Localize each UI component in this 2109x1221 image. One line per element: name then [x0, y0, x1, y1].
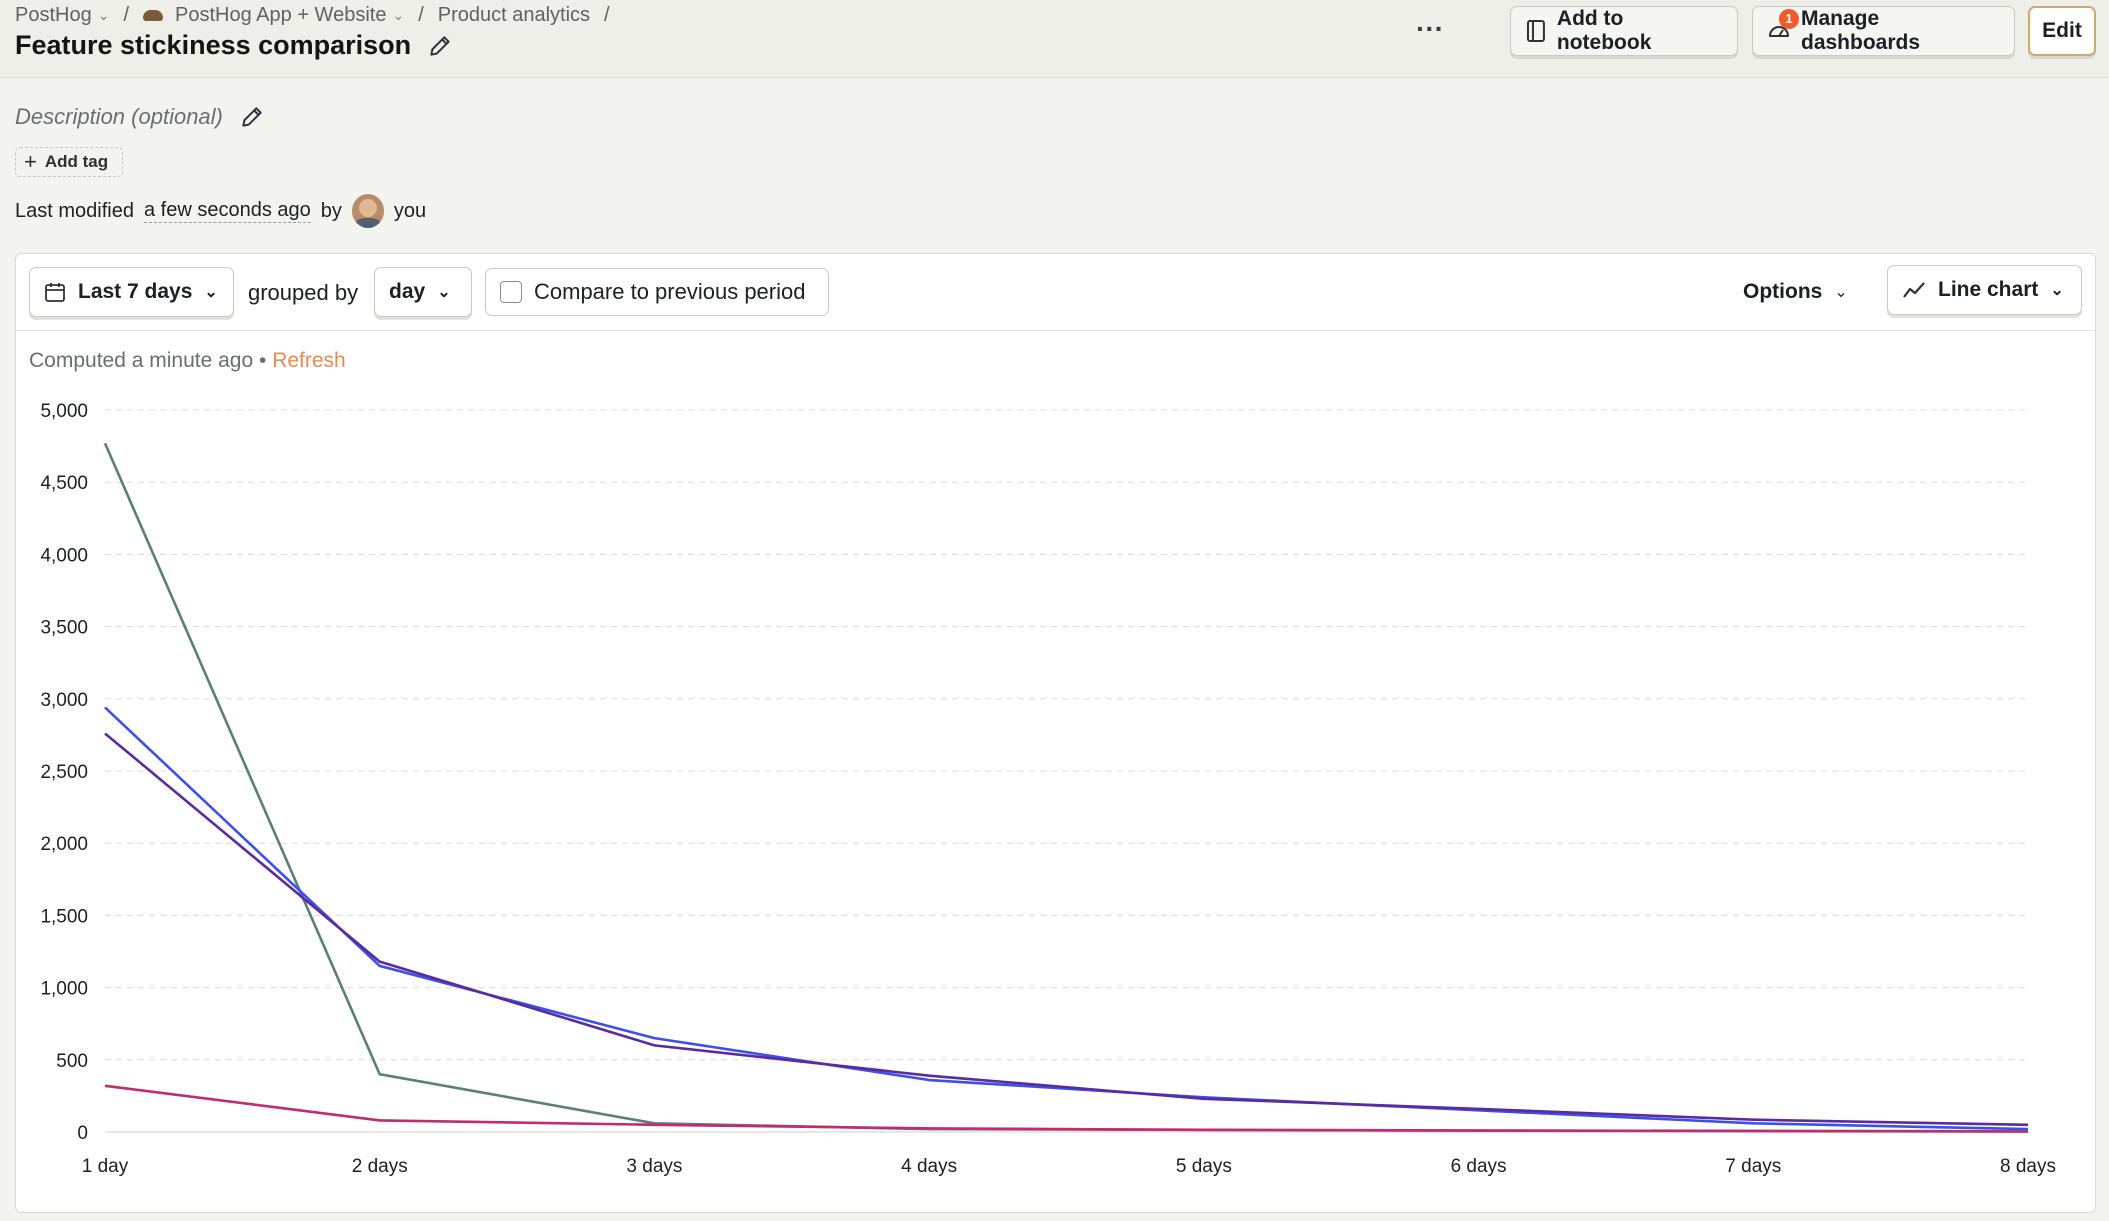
- insight-card: Last 7 days ⌄ grouped by day ⌄ Compare t…: [15, 253, 2096, 1213]
- chevron-down-icon: ⌄: [437, 284, 451, 301]
- pencil-icon[interactable]: [427, 33, 453, 59]
- series-line: [103, 442, 2029, 1133]
- breadcrumb-item-project[interactable]: PostHog App + Website ⌄: [143, 4, 404, 27]
- y-tick-label: 3,500: [40, 618, 88, 639]
- chevron-down-icon: ⌄: [204, 284, 218, 301]
- breadcrumb-label: Product analytics: [437, 3, 591, 26]
- add-to-notebook-label: Add to notebook: [1556, 7, 1652, 54]
- series-line: [104, 732, 2029, 1127]
- y-tick-label: 0: [77, 1123, 88, 1144]
- options-button[interactable]: Options ⌄: [1743, 280, 1848, 304]
- notebook-icon: [1526, 20, 1545, 42]
- breadcrumb-separator: /: [418, 3, 424, 26]
- x-tick-label: 6 days: [1451, 1156, 1507, 1177]
- x-tick-label: 1 day: [82, 1156, 129, 1177]
- chevron-down-icon: ⌄: [392, 6, 405, 23]
- modified-prefix: Last modified: [15, 199, 134, 222]
- y-tick-label: 4,500: [40, 473, 88, 494]
- last-modified: Last modified a few seconds ago by you: [15, 194, 426, 228]
- notification-badge: 1: [1779, 9, 1799, 29]
- stickiness-line-chart: 0 500 1,000 1,500 2,000 2,500 3,000 3,500 4,000 4…: [40, 401, 2056, 1177]
- computed-status: Computed a minute ago • Refresh: [29, 349, 346, 373]
- compare-checkbox[interactable]: [500, 281, 522, 303]
- series-line: [104, 1084, 2029, 1133]
- options-label: Options: [1743, 280, 1823, 303]
- refresh-link[interactable]: Refresh: [272, 349, 346, 372]
- x-tick-label: 2 days: [352, 1156, 408, 1177]
- interval-value: day: [389, 280, 426, 303]
- computed-separator: •: [258, 349, 267, 372]
- breadcrumb-item-product-analytics[interactable]: Product analytics: [438, 4, 590, 27]
- compare-label: Compare to previous period: [534, 279, 806, 304]
- plus-icon: +: [24, 149, 37, 174]
- y-tick-label: 1,000: [40, 979, 88, 1000]
- edit-button[interactable]: Edit: [2028, 6, 2096, 56]
- chart-type-select[interactable]: Line chart ⌄: [1887, 265, 2082, 315]
- top-bar: PostHog ⌄ / PostHog App + Website ⌄ / Pr…: [0, 0, 2109, 78]
- grouped-by-label: grouped by: [248, 280, 359, 305]
- manage-dashboards-label: Manage dashboards: [1801, 7, 1921, 54]
- y-tick-label: 2,500: [40, 762, 88, 783]
- breadcrumb-item-org[interactable]: PostHog ⌄: [15, 4, 109, 27]
- line-chart-icon: [1903, 282, 1925, 298]
- chevron-down-icon: ⌄: [2050, 282, 2064, 299]
- dashboard-icon: 1: [1767, 9, 1799, 43]
- page-title-text: Feature stickiness comparison: [15, 30, 412, 60]
- add-tag-button[interactable]: + Add tag: [15, 147, 123, 177]
- y-tick-label: 500: [56, 1051, 88, 1072]
- compare-toggle[interactable]: Compare to previous period: [485, 268, 829, 316]
- breadcrumb: PostHog ⌄ / PostHog App + Website ⌄ / Pr…: [15, 2, 624, 28]
- manage-dashboards-button[interactable]: 1 Manage dashboards: [1752, 6, 2015, 56]
- pencil-icon[interactable]: [239, 104, 265, 130]
- x-tick-label: 7 days: [1725, 1156, 1781, 1177]
- calendar-icon: [45, 283, 65, 302]
- breadcrumb-separator: /: [604, 3, 610, 26]
- filter-bar: Last 7 days ⌄ grouped by day ⌄ Compare t…: [16, 254, 2095, 331]
- description-placeholder: Description (optional): [15, 104, 223, 129]
- y-tick-label: 3,000: [40, 690, 88, 711]
- hedgehog-icon: [143, 8, 165, 22]
- modified-user: you: [393, 199, 427, 222]
- breadcrumb-separator: /: [123, 3, 130, 26]
- chart-type-label: Line chart: [1938, 278, 2039, 301]
- modified-by: by: [320, 199, 342, 222]
- chevron-down-icon: ⌄: [97, 6, 110, 23]
- date-range-button[interactable]: Last 7 days ⌄: [29, 267, 234, 317]
- breadcrumb-label: PostHog App + Website: [175, 3, 387, 26]
- chevron-down-icon: ⌄: [1834, 284, 1848, 301]
- interval-select[interactable]: day ⌄: [374, 267, 472, 317]
- x-tick-label: 5 days: [1176, 1156, 1232, 1177]
- description-field[interactable]: Description (optional): [15, 104, 265, 130]
- add-tag-label: Add tag: [44, 152, 109, 171]
- more-options-button[interactable]: ···: [1415, 14, 1445, 48]
- avatar[interactable]: [351, 194, 384, 228]
- computed-text: Computed a minute ago: [29, 349, 254, 372]
- add-to-notebook-button[interactable]: Add to notebook: [1510, 6, 1738, 56]
- y-tick-label: 4,000: [40, 545, 88, 566]
- modified-time: a few seconds ago: [143, 199, 311, 223]
- y-tick-label: 1,500: [40, 906, 88, 927]
- breadcrumb-label: PostHog: [15, 3, 92, 26]
- x-tick-label: 3 days: [626, 1156, 682, 1177]
- date-range-label: Last 7 days: [78, 280, 193, 303]
- page-title: Feature stickiness comparison: [15, 30, 453, 61]
- y-tick-label: 2,000: [40, 834, 88, 855]
- x-tick-label: 4 days: [901, 1156, 957, 1177]
- x-tick-label: 8 days: [2000, 1156, 2056, 1177]
- y-tick-label: 5,000: [40, 401, 88, 422]
